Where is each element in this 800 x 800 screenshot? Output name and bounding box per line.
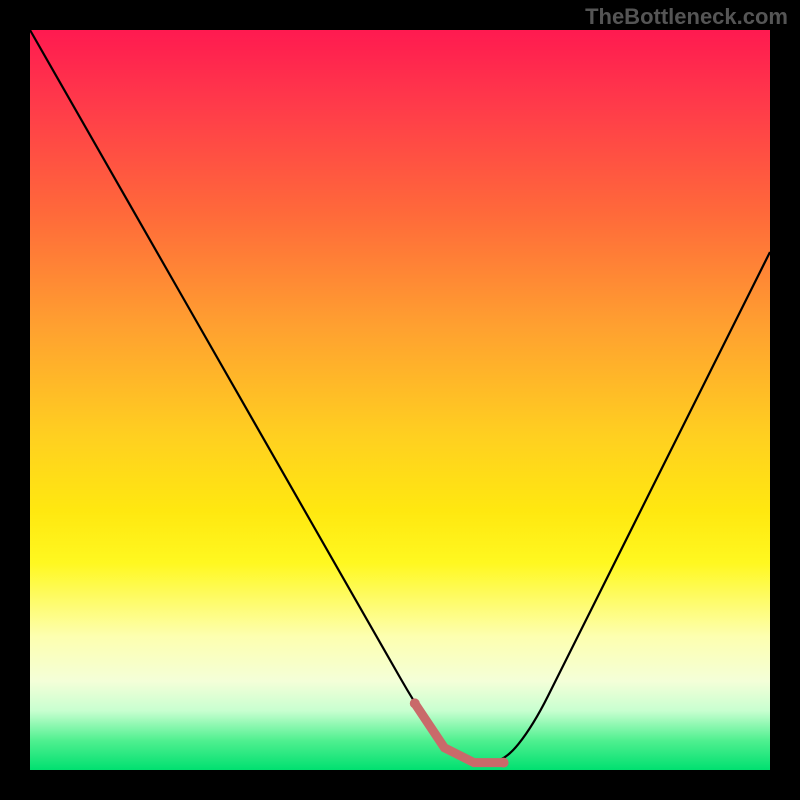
bottleneck-marker-dot-left [410,698,420,708]
bottleneck-marker-dot-right [499,758,509,768]
bottleneck-marker-region [415,703,504,762]
bottleneck-curve-line [30,30,770,763]
chart-svg [30,30,770,770]
watermark-text: TheBottleneck.com [585,4,788,30]
chart-plot-area [30,30,770,770]
